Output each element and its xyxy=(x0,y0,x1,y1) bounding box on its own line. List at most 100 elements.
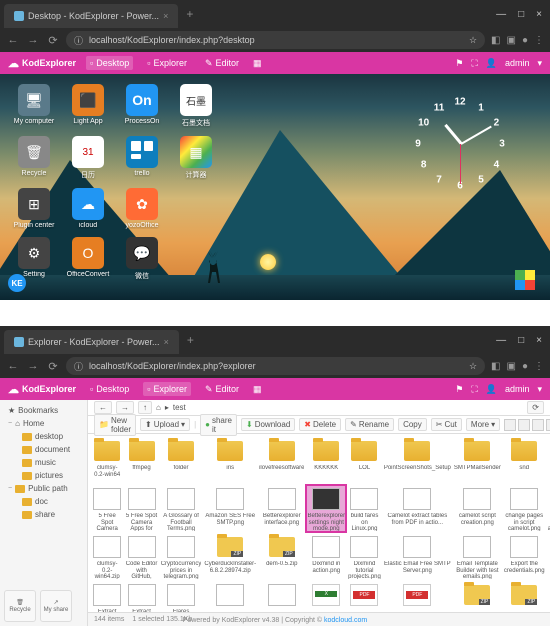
nav-back[interactable]: ← xyxy=(94,401,112,414)
back-icon[interactable]: ← xyxy=(6,34,20,46)
url-input[interactable]: ⓘ localhost/KodExplorer/index.php?explor… xyxy=(66,357,485,375)
ext-icon[interactable]: ◧ xyxy=(491,35,500,46)
desktop-icon[interactable]: 石墨石墨文档 xyxy=(172,84,220,128)
desktop-icon[interactable]: OnProcessOn xyxy=(118,84,166,128)
flag-icon[interactable]: ⚑ xyxy=(455,384,463,395)
reload-icon[interactable]: ⟳ xyxy=(46,34,60,47)
forward-icon[interactable]: → xyxy=(26,360,40,372)
desktop-icon[interactable]: 31日历 xyxy=(64,136,112,180)
file-item[interactable]: Dixmind in action.png xyxy=(307,534,345,579)
file-item[interactable]: build fares on Linux.png xyxy=(348,486,381,531)
file-item[interactable]: SMTPMailSender xyxy=(454,438,501,483)
download-button[interactable]: ⬇Download xyxy=(241,418,295,431)
desktop-icon[interactable]: 💬微信 xyxy=(118,237,166,281)
menu-desktop[interactable]: ▫Desktop xyxy=(86,56,133,70)
file-item[interactable]: LOL xyxy=(348,438,381,483)
sidebar-item[interactable]: music xyxy=(4,456,83,469)
share-button[interactable]: ●share it xyxy=(200,414,237,436)
file-item[interactable]: PDF xyxy=(348,582,381,612)
desktop-icon[interactable]: ☁icloud xyxy=(64,188,112,229)
file-item[interactable]: Camelot extract tables from PDF in actio… xyxy=(384,486,451,531)
collapse-icon[interactable]: − xyxy=(8,420,12,427)
home-icon[interactable]: ⌂ xyxy=(156,403,161,412)
back-icon[interactable]: ← xyxy=(6,360,20,372)
file-item[interactable]: ilovefreesoftware xyxy=(259,438,304,483)
copy-button[interactable]: Copy xyxy=(398,418,427,431)
file-item[interactable]: Elastic Email Free SMTP Server.png xyxy=(384,534,451,579)
menu-icon[interactable]: ⋮ xyxy=(534,361,544,372)
file-item[interactable]: Flares CloudFlare DNS Backup.png xyxy=(161,582,202,612)
tab-close-icon[interactable]: × xyxy=(163,11,168,21)
desktop-icon[interactable]: ⊞Plugin center xyxy=(10,188,58,229)
file-item[interactable]: Dixmind tutorial projects.png xyxy=(348,534,381,579)
collapse-icon[interactable]: − xyxy=(8,485,12,492)
maximize-icon[interactable]: □ xyxy=(518,9,524,20)
desktop-icon[interactable]: ⬛Light App xyxy=(64,84,112,128)
ext-icon[interactable]: ▣ xyxy=(507,361,516,372)
sidebar-bookmarks[interactable]: ★Bookmarks xyxy=(4,404,83,417)
sidebar-item[interactable]: share xyxy=(4,508,83,521)
file-item[interactable]: Export the credentials.png xyxy=(504,534,545,579)
apps-icon[interactable]: ▦ xyxy=(253,384,262,395)
minimize-icon[interactable]: — xyxy=(496,9,506,20)
breadcrumb-path[interactable]: test xyxy=(173,403,186,412)
menu-desktop[interactable]: ▫Desktop xyxy=(86,382,133,396)
kod-logo[interactable]: ☁ KodExplorer xyxy=(8,383,76,396)
menu-explorer[interactable]: ▫Explorer xyxy=(143,382,191,396)
file-item[interactable]: ffmpeg xyxy=(125,438,157,483)
minimize-icon[interactable]: — xyxy=(496,335,506,346)
file-item[interactable] xyxy=(259,582,304,612)
ext-icon[interactable]: ◧ xyxy=(491,361,500,372)
profile-icon[interactable]: ● xyxy=(522,35,528,46)
view-icons-button[interactable] xyxy=(504,419,516,431)
file-item[interactable]: Code Editor with GitHub, GitLab, Dropbox… xyxy=(125,534,157,579)
cut-button[interactable]: ✂Cut xyxy=(431,418,462,431)
file-item[interactable] xyxy=(204,582,256,612)
ext-icon[interactable]: ▣ xyxy=(507,35,516,46)
sidebar-item[interactable]: document xyxy=(4,443,83,456)
pinwheel-icon[interactable] xyxy=(515,270,535,290)
sidebar-item[interactable]: desktop xyxy=(4,430,83,443)
dropdown-icon[interactable]: ▾ xyxy=(537,384,542,395)
delete-button[interactable]: ✖Delete xyxy=(299,418,341,431)
new-tab-button[interactable]: + xyxy=(178,7,201,21)
new-folder-button[interactable]: 📁New folder xyxy=(94,414,136,436)
maximize-icon[interactable]: □ xyxy=(518,335,524,346)
menu-editor[interactable]: ✎Editor xyxy=(201,382,243,397)
star-icon[interactable]: ☆ xyxy=(469,35,477,46)
file-item[interactable]: Extract tables from PDF with Free Co... xyxy=(125,582,157,612)
apps-icon[interactable]: ▦ xyxy=(253,58,262,69)
desktop-icon[interactable]: ▦计算器 xyxy=(172,136,220,180)
file-item[interactable]: KKKKKK xyxy=(307,438,345,483)
reload-icon[interactable]: ⟳ xyxy=(46,360,60,373)
desktop-icon[interactable]: trello xyxy=(118,136,166,180)
refresh-button[interactable]: ⟳ xyxy=(527,401,544,414)
rename-button[interactable]: ✎Rename xyxy=(345,418,394,431)
sidebar-public[interactable]: −Public path xyxy=(4,482,83,495)
file-item[interactable]: Amazon SES Free SMTP.png xyxy=(204,486,256,531)
browser-tab[interactable]: Desktop - KodExplorer - Power... × xyxy=(4,4,178,28)
file-item[interactable]: Extract structured data from YouTube, F.… xyxy=(92,582,122,612)
file-item[interactable]: camelot script creation.png xyxy=(454,486,501,531)
file-item[interactable]: 5 Free Spot Camera Apps for Android.jpg xyxy=(92,486,122,531)
nav-forward[interactable]: → xyxy=(116,401,134,414)
menu-icon[interactable]: ⋮ xyxy=(534,35,544,46)
ke-badge[interactable]: KE xyxy=(8,274,26,292)
menu-editor[interactable]: ✎Editor xyxy=(201,56,243,71)
desktop-icon[interactable]: ✿yozoOffice xyxy=(118,188,166,229)
file-item[interactable]: change pages in script camelot.png xyxy=(504,486,545,531)
close-icon[interactable]: × xyxy=(536,335,542,346)
desktop-icon[interactable]: OOfficeConvert xyxy=(64,237,112,281)
file-item[interactable]: Betterexplorer interface.png xyxy=(259,486,304,531)
sidebar-home[interactable]: −⌂Home xyxy=(4,417,83,430)
file-item[interactable]: ZIP xyxy=(454,582,501,612)
file-item[interactable]: Cryptocurrency prices in telegram.png xyxy=(161,534,202,579)
tab-close-icon[interactable]: × xyxy=(164,337,169,347)
dropdown-icon[interactable]: ▾ xyxy=(537,58,542,69)
file-item[interactable]: X xyxy=(307,582,345,612)
file-item[interactable]: PDF xyxy=(384,582,451,612)
nav-up[interactable]: ↑ xyxy=(138,401,152,414)
desktop-icon[interactable]: 🗑Recycle xyxy=(10,136,58,180)
file-item[interactable]: clumsy-0.2-win64 xyxy=(92,438,122,483)
url-input[interactable]: ⓘ localhost/KodExplorer/index.php?deskto… xyxy=(66,31,485,49)
